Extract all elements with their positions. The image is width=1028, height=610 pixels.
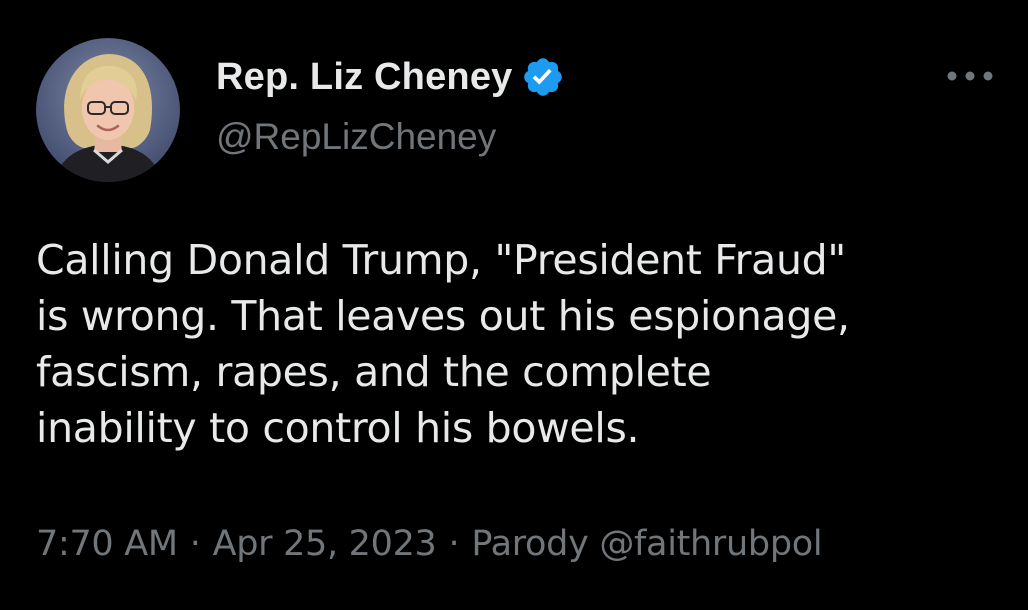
author-name-row: Rep. Liz Cheney xyxy=(216,54,565,100)
more-horizontal-icon xyxy=(947,71,993,81)
meta-separator: · xyxy=(448,524,460,564)
tweet-text: Calling Donald Trump, "President Fraud" … xyxy=(36,232,996,456)
tweet-text-line: is wrong. That leaves out his espionage, xyxy=(36,292,850,340)
verified-badge-icon xyxy=(521,55,565,99)
more-options-button[interactable] xyxy=(942,58,998,94)
tweet-text-line: inability to control his bowels. xyxy=(36,404,640,452)
tweet-meta: 7:70 AM · Apr 25, 2023 · Parody @faithru… xyxy=(36,524,823,564)
tweet-date[interactable]: Apr 25, 2023 xyxy=(213,524,437,564)
author-handle[interactable]: @RepLizCheney xyxy=(216,116,496,158)
tweet-time[interactable]: 7:70 AM xyxy=(36,524,178,564)
author-avatar[interactable] xyxy=(36,38,180,182)
tweet-text-line: Calling Donald Trump, "President Fraud" xyxy=(36,236,846,284)
author-display-name[interactable]: Rep. Liz Cheney xyxy=(216,56,513,99)
tweet-source: Parody @faithrubpol xyxy=(471,524,823,564)
meta-separator: · xyxy=(189,524,201,564)
avatar-image xyxy=(36,38,180,182)
tweet-text-line: fascism, rapes, and the complete xyxy=(36,348,712,396)
tweet-card: Rep. Liz Cheney @RepLizCheney Calling Do… xyxy=(0,0,1028,610)
